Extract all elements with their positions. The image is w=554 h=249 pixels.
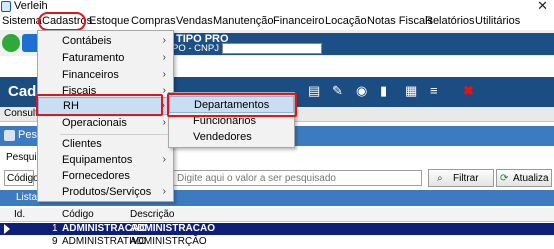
menu-item-label: Financeiros (62, 69, 119, 81)
cnpj-label: PO - CNPJ : (172, 43, 225, 54)
col-id[interactable]: Id. (14, 209, 25, 220)
menu-item-fornecedores[interactable]: Fornecedores (38, 168, 173, 185)
menu-item-label: Produtos/Serviços (62, 186, 152, 198)
menu-item-label: Contábeis (62, 35, 112, 47)
highlight-rect-rh (36, 94, 163, 116)
menu-item-clientes[interactable]: Clientes (38, 136, 173, 153)
menu-item-label: Clientes (62, 138, 102, 150)
whatsapp-icon[interactable] (2, 34, 20, 52)
view-icon[interactable]: ◉ (356, 83, 367, 99)
refresh-button-label: Atualiza (513, 173, 549, 184)
table-row[interactable]: 1 ADMINISTRACAO ADMINISTRACAO (0, 223, 554, 235)
menu-lines-icon[interactable]: ≡ (430, 83, 438, 98)
menu-item-faturamento[interactable]: Faturamento › (38, 50, 173, 67)
menu-sistema[interactable]: Sistema (2, 15, 42, 27)
search-icon (4, 130, 15, 141)
submenu-arrow-icon: › (162, 85, 166, 96)
cell-descricao: ADMINISTRÇÃO (130, 236, 207, 247)
submenu-arrow-icon: › (162, 35, 166, 46)
menu-item-label: Faturamento (62, 52, 125, 64)
close-icon[interactable]: ✕ (537, 0, 548, 14)
menu-item-label: Equipamentos (62, 154, 133, 166)
refresh-button[interactable]: ⟳ Atualiza (496, 169, 552, 187)
submenu-arrow-icon: › (162, 117, 166, 128)
copy-icon[interactable]: ▦ (405, 83, 417, 99)
highlight-rect-departamentos (167, 93, 297, 117)
filter-button-label: Filtrar (453, 173, 479, 184)
grid-header: Id. Código Descrição (0, 208, 554, 222)
menu-item-produtos-servicos[interactable]: Produtos/Serviços › (38, 184, 173, 201)
menu-manutencao[interactable]: Manutenção (213, 15, 274, 27)
col-descricao[interactable]: Descrição (130, 209, 174, 220)
menu-separator (60, 134, 170, 135)
menu-item-label: Operacionais (62, 117, 127, 129)
new-record-icon[interactable]: ▤ (308, 83, 320, 99)
app-icon (1, 1, 11, 12)
cadastros-dropdown: Contábeis › Faturamento › Financeiros › … (37, 30, 174, 202)
col-codigo[interactable]: Código (62, 209, 94, 220)
cnpj-field (222, 43, 322, 54)
highlight-ring-cadastros (38, 12, 86, 31)
menu-compras[interactable]: Compras (131, 15, 176, 27)
menu-relatorios[interactable]: Relatórios (425, 15, 475, 27)
filter-icon: ⌕ (437, 173, 443, 184)
menu-notas-fiscais[interactable]: Notas Fiscais (367, 15, 433, 27)
menu-locacao[interactable]: Locação (325, 15, 367, 27)
menu-item-contabeis[interactable]: Contábeis › (38, 33, 173, 50)
refresh-icon: ⟳ (500, 173, 509, 184)
menu-item-equipamentos[interactable]: Equipamentos › (38, 152, 173, 169)
submenu-item-label: Vendedores (193, 131, 252, 143)
submenu-arrow-icon: › (162, 186, 166, 197)
lista-header-label: Lista (16, 192, 38, 203)
edit-icon[interactable]: ✎ (332, 83, 343, 99)
search-field-select[interactable]: Código (4, 170, 39, 186)
cell-id: 1 (52, 223, 58, 234)
submenu-arrow-icon: › (162, 52, 166, 63)
menu-item-financeiros[interactable]: Financeiros › (38, 67, 173, 84)
cell-descricao: ADMINISTRACAO (130, 223, 215, 234)
menu-vendas[interactable]: Vendas (176, 15, 213, 27)
cell-id: 9 (52, 236, 58, 247)
title-bar: Verleih ✕ (0, 0, 554, 14)
delete-icon[interactable]: ▮ (380, 83, 387, 99)
menu-financeiro[interactable]: Financeiro (273, 15, 324, 27)
submenu-arrow-icon: › (162, 154, 166, 165)
window-title: Verleih (14, 0, 48, 12)
search-input[interactable]: Digite aqui o valor a ser pesquisado (172, 170, 422, 186)
submenu-item-vendedores[interactable]: Vendedores (169, 129, 294, 146)
menu-utilitarios[interactable]: Utilitários (475, 15, 520, 27)
company-panel: TIPO PRO PO - CNPJ : (170, 33, 554, 55)
table-row[interactable]: 9 ADMINISTRATIVO ADMINISTRÇÃO (0, 236, 554, 248)
menu-item-operacionais[interactable]: Operacionais › (38, 115, 173, 132)
submenu-arrow-icon: › (162, 69, 166, 80)
filter-button[interactable]: ⌕ Filtrar (428, 169, 494, 187)
close-red-icon[interactable]: ✖ (463, 83, 474, 99)
menu-item-label: Fornecedores (62, 170, 130, 182)
row-indicator-icon (4, 224, 10, 234)
menu-estoque[interactable]: Estoque (89, 15, 129, 27)
